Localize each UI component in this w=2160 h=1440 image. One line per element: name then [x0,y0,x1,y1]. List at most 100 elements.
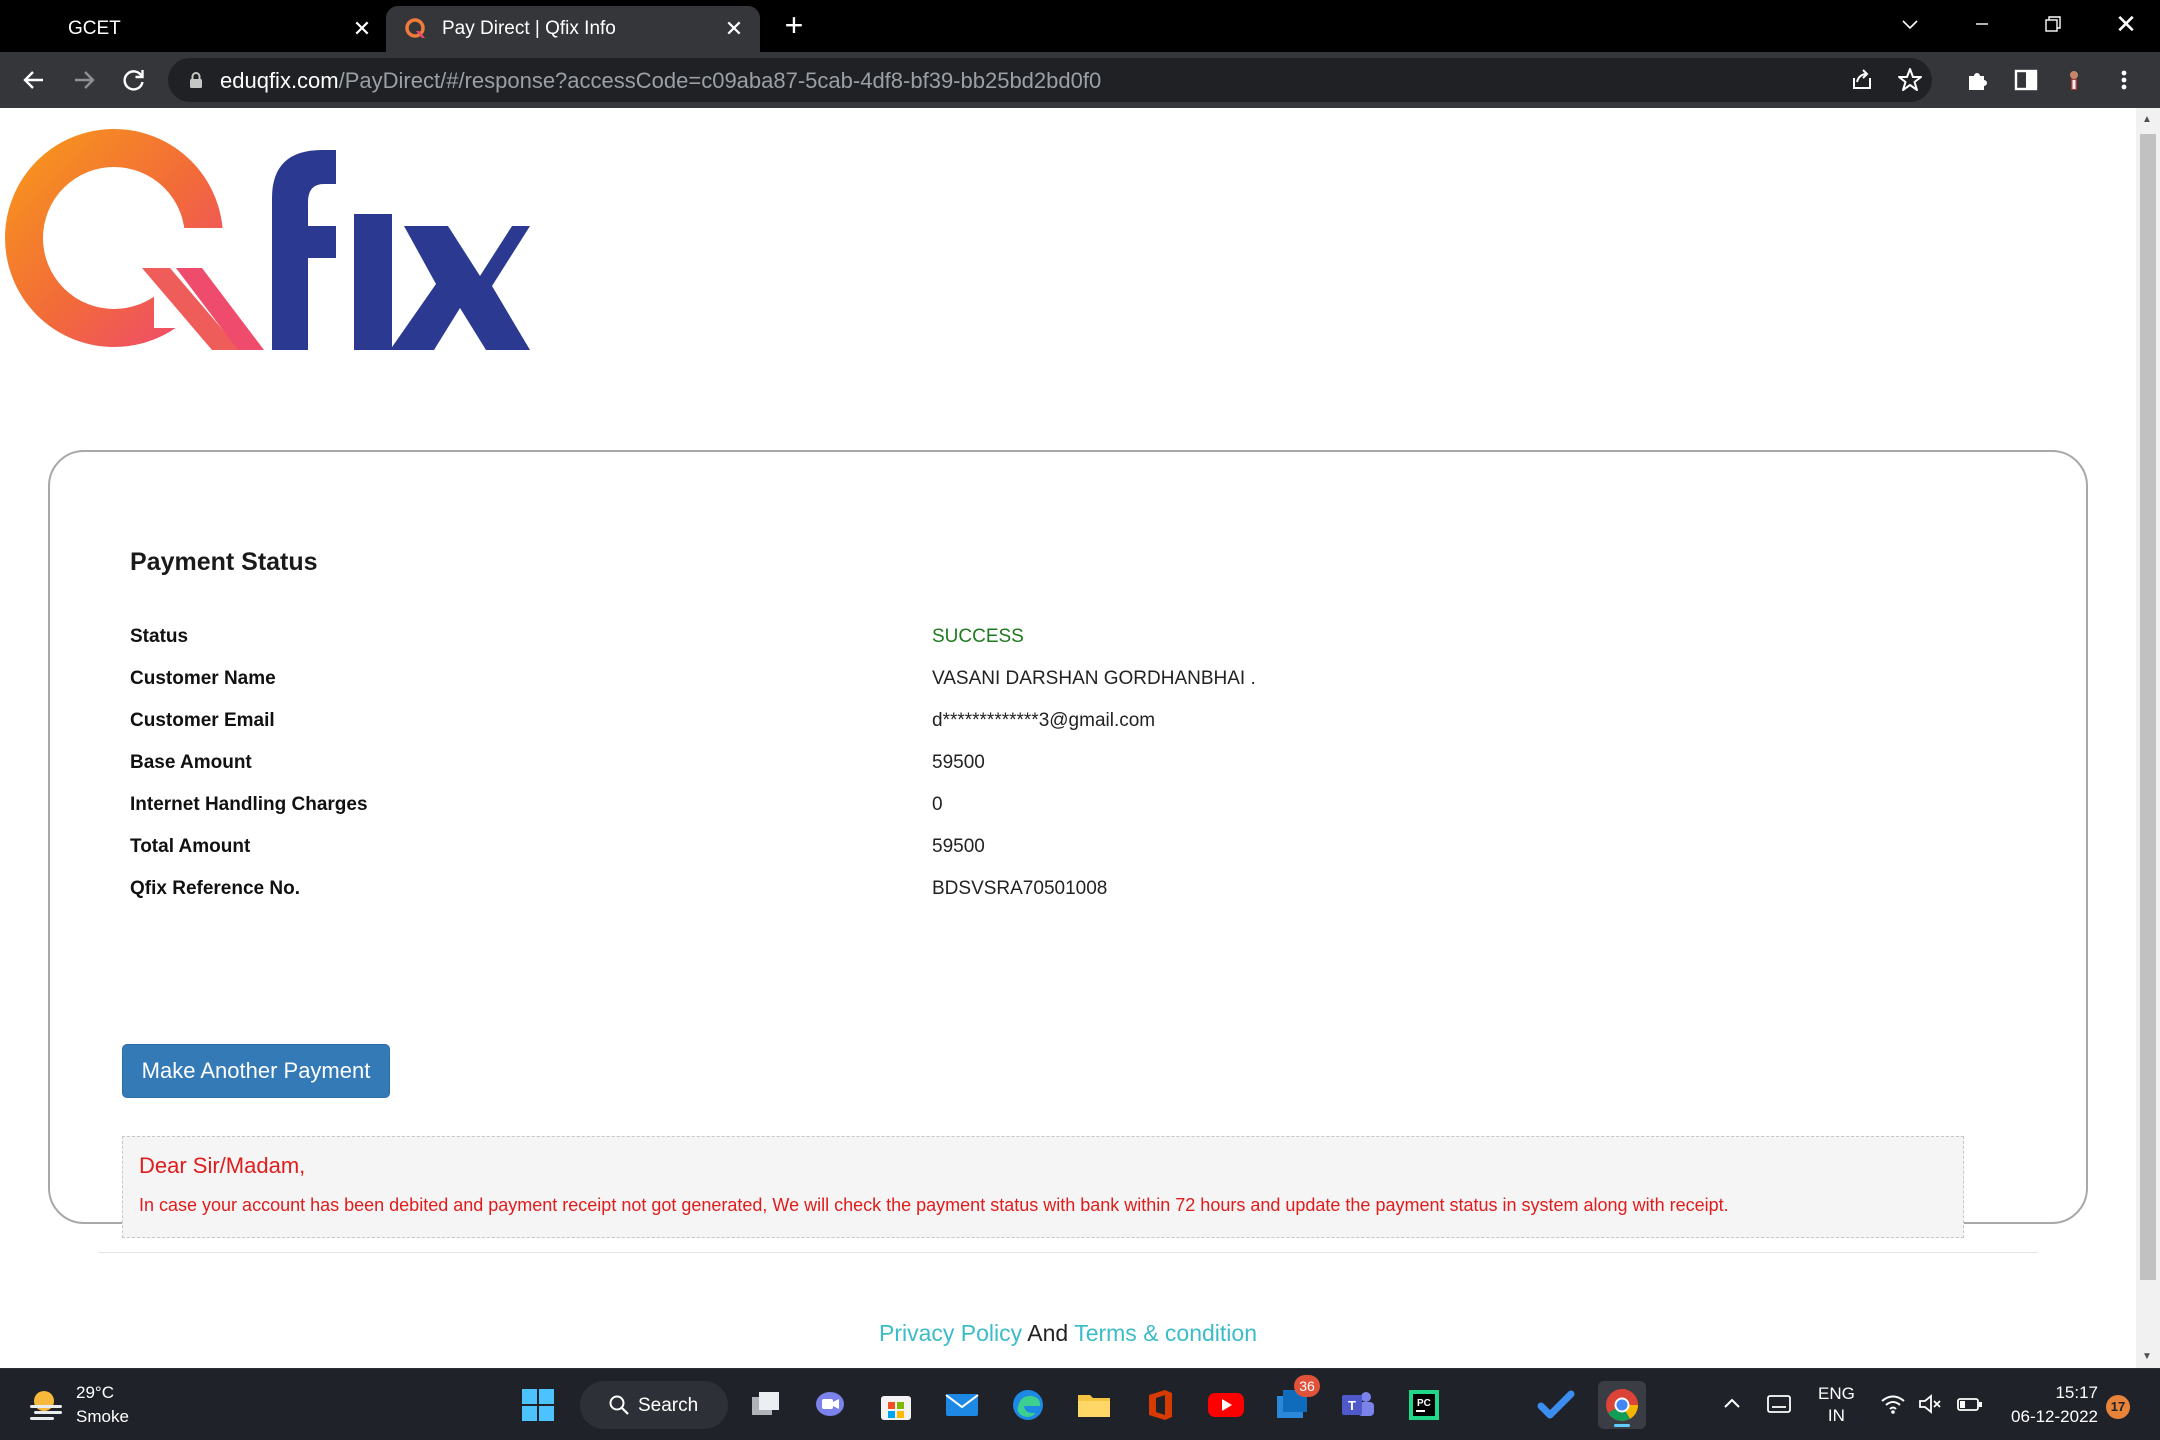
todo-check-icon[interactable] [1532,1381,1580,1429]
svg-text:PC: PC [1417,1398,1431,1409]
row-label: Total Amount [130,836,251,857]
row-label: Qfix Reference No. [130,878,300,899]
search-label: Search [638,1395,699,1416]
search-icon [609,1395,629,1415]
back-icon[interactable] [18,64,50,96]
row-label: Internet Handling Charges [130,794,368,815]
close-tab-icon[interactable]: ✕ [348,15,376,43]
windows-taskbar: 29°C Smoke Search 36 T PC ENG IN 15:17 0… [0,1368,2160,1440]
weather-condition: Smoke [76,1407,129,1426]
tab-title: Pay Direct | Qfix Info [442,18,616,39]
status-row: Status SUCCESS [130,626,1930,656]
payment-notice-box: Dear Sir/Madam, In case your account has… [122,1136,1964,1238]
close-tab-icon[interactable]: ✕ [720,15,748,43]
customer-email-row: Customer Email d*************3@gmail.com [130,710,1930,740]
scroll-up-arrow-icon[interactable]: ▲ [2142,114,2152,125]
total-amount-value: 59500 [932,836,985,857]
scroll-thumb[interactable] [2140,134,2156,1280]
restore-window-icon[interactable] [2032,8,2072,40]
system-tray[interactable] [1880,1393,1984,1417]
extensions-puzzle-icon[interactable] [1962,64,1994,96]
url-text: eduqfix.com/PayDirect/#/response?accessC… [220,68,1101,94]
file-explorer-icon[interactable] [1070,1381,1118,1429]
base-amount-row: Base Amount 59500 [130,752,1930,782]
browser-tab-strip: GCET ✕ Pay Direct | Qfix Info ✕ + ✕ [0,0,2160,52]
make-another-payment-button[interactable]: Make Another Payment [122,1044,390,1098]
microsoft-store-icon[interactable] [872,1381,920,1429]
tab-gcet[interactable]: GCET ✕ [0,6,382,52]
office-icon[interactable] [1136,1381,1184,1429]
language-code: ENG [1818,1384,1855,1403]
new-tab-button[interactable]: + [778,9,810,42]
task-view-icon[interactable] [742,1381,790,1429]
forward-icon[interactable] [68,64,100,96]
payment-status-card: Payment Status Status SUCCESS Customer N… [48,450,2088,1253]
reference-number-value: BDSVSRA70501008 [932,878,1108,899]
address-bar[interactable]: eduqfix.com/PayDirect/#/response?accessC… [168,58,1932,102]
language-region: IN [1827,1406,1845,1425]
tab-title: GCET [68,18,121,39]
customer-name-value: VASANI DARSHAN GORDHANBHAI . [932,668,1256,689]
show-hidden-icons-chevron-icon[interactable] [1722,1393,1742,1416]
url-host: eduqfix.com [220,68,339,93]
notification-center-badge[interactable]: 17 [2106,1395,2130,1419]
chrome-menu-icon[interactable] [2108,64,2140,96]
scroll-down-arrow-icon[interactable]: ▼ [2142,1351,2152,1362]
chrome-icon[interactable] [1598,1381,1646,1429]
page-content: Payment Status Status SUCCESS Customer N… [0,108,2160,1368]
qfix-logo [5,129,530,350]
footer-links: Privacy Policy And Terms & condition [0,1320,2136,1347]
status-value: SUCCESS [932,626,1024,647]
browser-toolbar: eduqfix.com/PayDirect/#/response?accessC… [0,52,2160,108]
row-label: Customer Name [130,668,276,689]
base-amount-value: 59500 [932,752,985,773]
handling-charges-row: Internet Handling Charges 0 [130,794,1930,824]
input-language-indicator[interactable]: ENG IN [1818,1383,1855,1427]
handling-charges-value: 0 [932,794,943,815]
taskbar-search[interactable]: Search [580,1381,728,1429]
weather-widget[interactable]: 29°C Smoke [26,1381,166,1431]
youtube-icon[interactable] [1202,1381,1250,1429]
customer-name-row: Customer Name VASANI DARSHAN GORDHANBHAI… [130,668,1930,698]
notification-count-badge: 36 [1294,1375,1320,1397]
clock-date: 06-12-2022 [2011,1407,2098,1426]
close-window-icon[interactable]: ✕ [2106,8,2146,40]
customer-email-value: d*************3@gmail.com [932,710,1156,731]
url-path: /PayDirect/#/response?accessCode=c09aba8… [338,68,1102,93]
minimize-window-icon[interactable] [1962,8,2002,40]
row-label: Customer Email [130,710,275,731]
sun-haze-icon [30,1391,62,1420]
reload-icon[interactable] [118,64,150,96]
terms-condition-link[interactable]: Terms & condition [1074,1320,1257,1346]
profile-avatar[interactable] [2058,64,2090,96]
mail-icon[interactable] [938,1381,986,1429]
total-amount-row: Total Amount 59500 [130,836,1930,866]
azure-vpn-icon[interactable]: 36 [1268,1375,1320,1429]
notice-greeting: Dear Sir/Madam, [139,1153,306,1178]
notice-text: In case your account has been debited an… [139,1195,1729,1215]
tab-pay-direct[interactable]: Pay Direct | Qfix Info ✕ [386,6,760,52]
system-clock[interactable]: 15:17 06-12-2022 [2000,1381,2098,1429]
qfix-favicon-icon [405,18,425,38]
touch-keyboard-icon[interactable] [1766,1393,1792,1420]
reference-number-row: Qfix Reference No. BDSVSRA70501008 [130,878,1930,908]
tab-search-chevron-icon[interactable] [1890,8,1930,40]
lock-icon[interactable] [186,70,206,90]
bookmark-star-icon[interactable] [1896,66,1924,94]
svg-text:T: T [1348,1398,1356,1413]
share-icon[interactable] [1848,66,1876,94]
page-scrollbar[interactable]: ▲ ▼ [2136,108,2160,1368]
pycharm-icon[interactable]: PC [1400,1381,1448,1429]
windows-start-icon[interactable] [514,1381,562,1429]
privacy-policy-link[interactable]: Privacy Policy [879,1320,1022,1346]
divider [98,1252,2038,1253]
row-label: Status [130,626,189,647]
wifi-icon [1881,1395,1905,1414]
clock-time: 15:17 [2055,1383,2098,1402]
battery-icon [1957,1398,1982,1411]
edge-browser-icon[interactable] [1004,1381,1052,1429]
side-panel-icon[interactable] [2010,64,2042,96]
teams-chat-icon[interactable] [806,1381,854,1429]
teams-icon[interactable]: T [1334,1381,1382,1429]
footer-and-text: And [1027,1320,1069,1346]
